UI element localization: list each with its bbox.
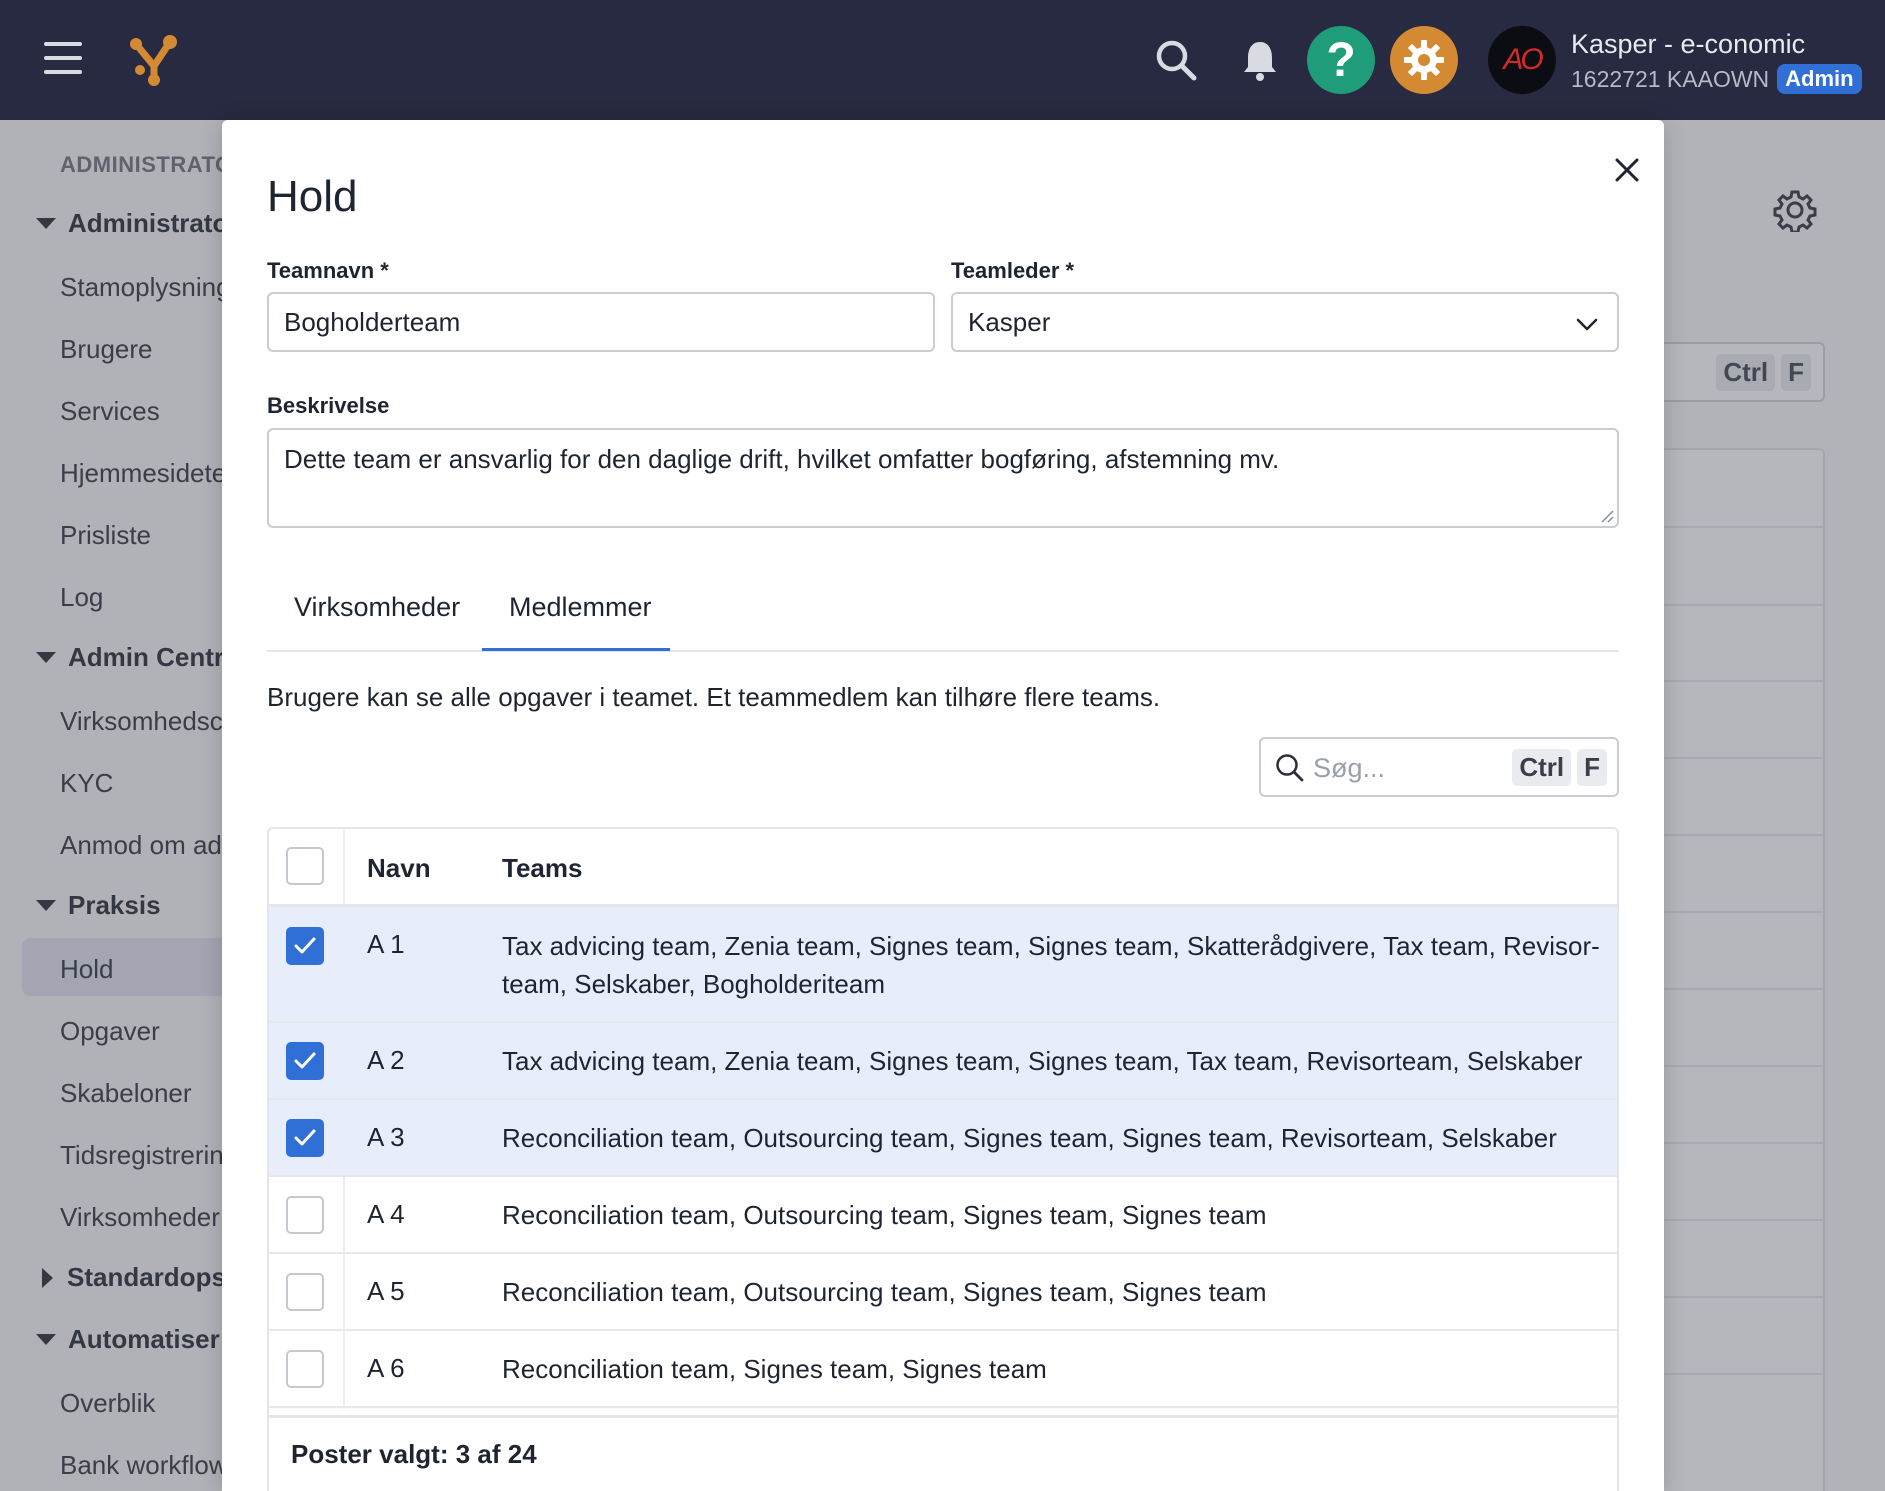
- members-info-text: Brugere kan se alle opgaver i teamet. Et…: [267, 682, 1161, 712]
- description-text: Dette team er ansvarlig for den daglige …: [284, 444, 1280, 474]
- row-checkbox[interactable]: [286, 1350, 324, 1388]
- search-icon: [1276, 754, 1304, 782]
- table-row[interactable]: A 3 Reconciliation team, Outsourcing tea…: [269, 1100, 1617, 1177]
- member-name: A 6: [367, 1353, 405, 1383]
- settings-button[interactable]: [1390, 26, 1458, 94]
- description-label: Beskrivelse: [267, 393, 390, 418]
- hamburger-menu-icon[interactable]: [44, 42, 82, 74]
- select-all-checkbox[interactable]: [286, 847, 324, 885]
- check-icon: [294, 937, 316, 954]
- top-bar: ? AO Kasper - e-conomic 1622721 KAAOWN A…: [0, 0, 1885, 120]
- search-shortcut: Ctrl F: [1512, 749, 1607, 786]
- search-icon[interactable]: [1152, 36, 1200, 84]
- table-row[interactable]: A 2 Tax advicing team, Zenia team, Signe…: [269, 1023, 1617, 1100]
- table-row[interactable]: A 4 Reconciliation team, Outsourcing tea…: [269, 1177, 1617, 1254]
- tab-bar: Virksomheder Medlemmer: [267, 568, 1619, 652]
- dialog-title: Hold: [267, 172, 358, 221]
- selection-count: Poster valgt: 3 af 24: [291, 1439, 537, 1469]
- app-logo-icon[interactable]: [124, 30, 184, 90]
- gear-icon: [1404, 40, 1444, 80]
- member-name: A 5: [367, 1276, 405, 1306]
- member-teams: Reconciliation team, Outsourcing team, S…: [502, 1277, 1267, 1307]
- help-button[interactable]: ?: [1307, 26, 1375, 94]
- column-header-teams[interactable]: Teams: [502, 853, 582, 884]
- teamleader-label: Teamleder *: [951, 258, 1075, 283]
- member-name: A 4: [367, 1199, 405, 1229]
- close-button[interactable]: [1605, 148, 1649, 192]
- teamleader-selected-value: Kasper: [968, 306, 1051, 337]
- member-search-input[interactable]: Søg... Ctrl F: [1259, 737, 1619, 797]
- table-row[interactable]: A 6 Reconciliation team, Signes team, Si…: [269, 1331, 1617, 1408]
- member-teams: Tax advicing team, Zenia team, Signes te…: [502, 1046, 1583, 1076]
- kbd-ctrl: Ctrl: [1512, 749, 1572, 786]
- table-footer-divider: [269, 1415, 1617, 1418]
- member-name: A 1: [367, 929, 405, 959]
- member-teams: Tax advicing team, Zenia team, Signes te…: [502, 931, 1600, 999]
- check-icon: [294, 1052, 316, 1069]
- tab-virksomheder[interactable]: Virksomheder: [294, 592, 460, 623]
- members-table: Navn Teams A 1 Tax advicing team, Zenia …: [267, 827, 1619, 1491]
- member-teams: Reconciliation team, Signes team, Signes…: [502, 1354, 1047, 1384]
- close-icon: [1615, 158, 1639, 182]
- member-teams: Reconciliation team, Outsourcing team, S…: [502, 1123, 1557, 1153]
- user-account-info: 1622721 KAAOWN Admin: [1571, 64, 1862, 94]
- row-checkbox[interactable]: [286, 1042, 324, 1080]
- table-header: Navn Teams: [269, 829, 1617, 907]
- table-row[interactable]: A 5 Reconciliation team, Outsourcing tea…: [269, 1254, 1617, 1331]
- column-header-name[interactable]: Navn: [367, 853, 431, 884]
- account-number: 1622721 KAAOWN: [1571, 65, 1770, 92]
- role-badge: Admin: [1777, 64, 1862, 94]
- member-teams: Reconciliation team, Outsourcing team, S…: [502, 1200, 1267, 1230]
- member-name: A 2: [367, 1045, 405, 1075]
- table-row[interactable]: A 1 Tax advicing team, Zenia team, Signe…: [269, 907, 1617, 1023]
- tab-medlemmer[interactable]: Medlemmer: [509, 592, 652, 623]
- row-checkbox[interactable]: [286, 1119, 324, 1157]
- notification-bell-icon[interactable]: [1236, 36, 1284, 84]
- row-checkbox[interactable]: [286, 927, 324, 965]
- member-name: A 3: [367, 1122, 405, 1152]
- chevron-down-icon: [1576, 318, 1598, 331]
- row-checkbox[interactable]: [286, 1273, 324, 1311]
- search-placeholder: Søg...: [1313, 753, 1386, 783]
- resize-handle-icon[interactable]: [1598, 507, 1614, 523]
- user-name[interactable]: Kasper - e-conomic: [1571, 29, 1805, 60]
- description-textarea[interactable]: Dette team er ansvarlig for den daglige …: [267, 428, 1619, 528]
- active-tab-indicator: [482, 648, 670, 651]
- avatar[interactable]: AO: [1488, 26, 1556, 94]
- kbd-f: F: [1577, 749, 1607, 786]
- teamname-label: Teamnavn *: [267, 258, 389, 283]
- teamleader-select[interactable]: Kasper: [951, 292, 1619, 352]
- check-icon: [294, 1129, 316, 1146]
- teamname-input[interactable]: Bogholderteam: [267, 292, 935, 352]
- team-dialog: Hold Teamnavn * Bogholderteam Teamleder …: [222, 120, 1664, 1491]
- row-checkbox[interactable]: [286, 1196, 324, 1234]
